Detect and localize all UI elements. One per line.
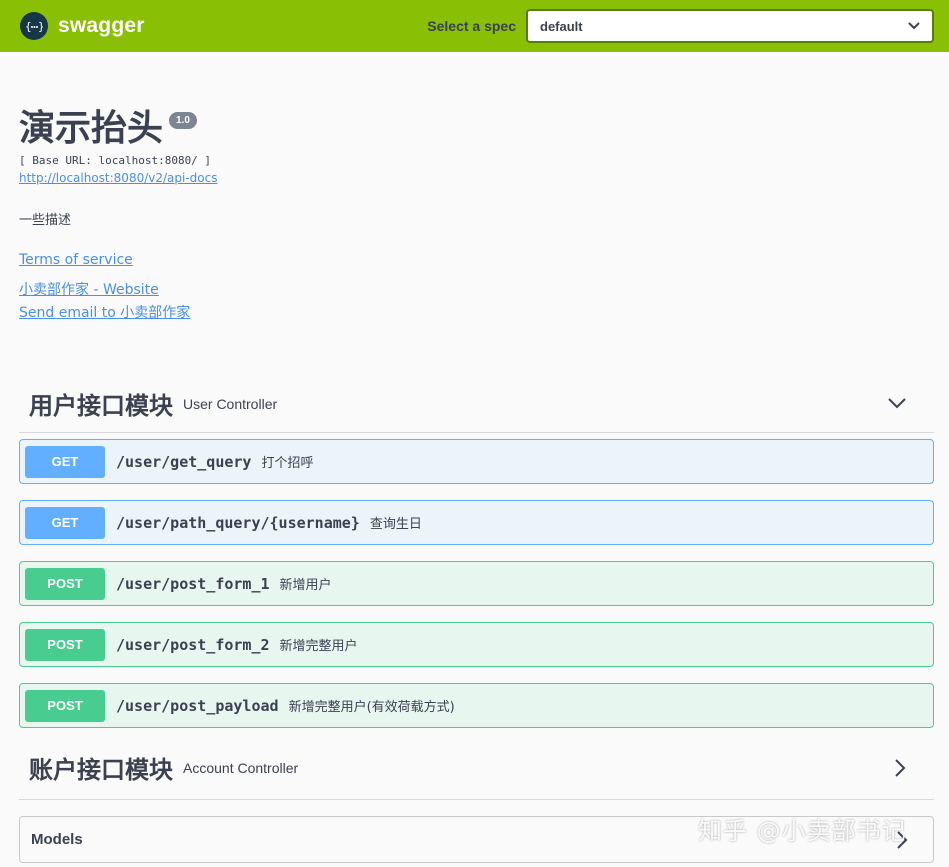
operation-path: /user/path_query/{username} — [116, 513, 360, 532]
operation-summary: 打个招呼 — [261, 456, 314, 471]
operation-summary: 新增完整用户 — [279, 639, 358, 654]
swagger-logo[interactable]: { } swagger — [20, 12, 145, 40]
brand-name: swagger — [58, 14, 145, 37]
topbar: { } swagger Select a spec default — [0, 0, 949, 52]
operation-path-query[interactable]: GET /user/path_query/{username} 查询生日 — [19, 500, 934, 545]
operation-post-payload[interactable]: POST /user/post_payload 新增完整用户(有效荷载方式) — [19, 683, 934, 728]
method-badge: POST — [25, 567, 105, 600]
models-title: Models — [31, 831, 83, 848]
chevron-right-icon[interactable] — [895, 758, 906, 777]
svg-text:{: { — [25, 20, 32, 33]
tag-account-controller[interactable]: 账户接口模块 Account Controller — [19, 736, 934, 800]
swagger-braces-icon: { } — [20, 12, 48, 40]
terms-of-service-link[interactable]: Terms of service — [19, 252, 133, 268]
operation-post-form-2[interactable]: POST /user/post_form_2 新增完整用户 — [19, 622, 934, 667]
method-badge: POST — [25, 628, 105, 661]
contact-website-link[interactable]: 小卖部作家 - Website — [19, 279, 159, 301]
tag-name: 账户接口模块 — [29, 756, 173, 784]
operation-path: /user/get_query — [116, 452, 252, 471]
operation-get-query[interactable]: GET /user/get_query 打个招呼 — [19, 439, 934, 484]
operation-path: /user/post_payload — [116, 696, 279, 715]
operation-post-form-1[interactable]: POST /user/post_form_1 新增用户 — [19, 561, 934, 606]
spec-label: Select a spec — [427, 18, 516, 34]
method-badge: GET — [25, 445, 105, 478]
spec-selector: Select a spec default — [427, 9, 934, 43]
api-info: 演示抬头 1.0 [ Base URL: localhost:8080/ ] h… — [0, 108, 949, 324]
chevron-down-icon — [908, 22, 920, 30]
operation-path: /user/post_form_2 — [116, 635, 270, 654]
spec-select[interactable]: default — [526, 9, 934, 43]
api-docs-link[interactable]: http://localhost:8080/v2/api-docs — [19, 171, 217, 185]
tag-description: Account Controller — [183, 759, 299, 776]
watermark: 知乎 @小卖部书记 — [698, 817, 907, 845]
method-badge: GET — [25, 506, 105, 539]
tag-description: User Controller — [183, 395, 278, 412]
operation-summary: 新增用户 — [279, 578, 332, 593]
page-title: 演示抬头 — [19, 108, 164, 149]
tag-user-controller[interactable]: 用户接口模块 User Controller — [19, 375, 934, 433]
contact: 小卖部作家 - Website Send email to 小卖部作家 — [19, 278, 930, 324]
operation-summary: 新增完整用户(有效荷载方式) — [288, 700, 455, 715]
method-badge: POST — [25, 689, 105, 722]
api-description: 一些描述 — [19, 213, 72, 228]
base-url: [ Base URL: localhost:8080/ ] — [19, 154, 212, 167]
operation-summary: 查询生日 — [369, 517, 422, 532]
version-badge: 1.0 — [169, 112, 197, 129]
operation-path: /user/post_form_1 — [116, 574, 270, 593]
chevron-down-icon[interactable] — [888, 398, 906, 409]
svg-text:}: } — [38, 20, 43, 33]
contact-email-link[interactable]: Send email to 小卖部作家 — [19, 302, 190, 324]
spec-select-value: default — [540, 18, 583, 34]
tag-name: 用户接口模块 — [29, 392, 173, 420]
